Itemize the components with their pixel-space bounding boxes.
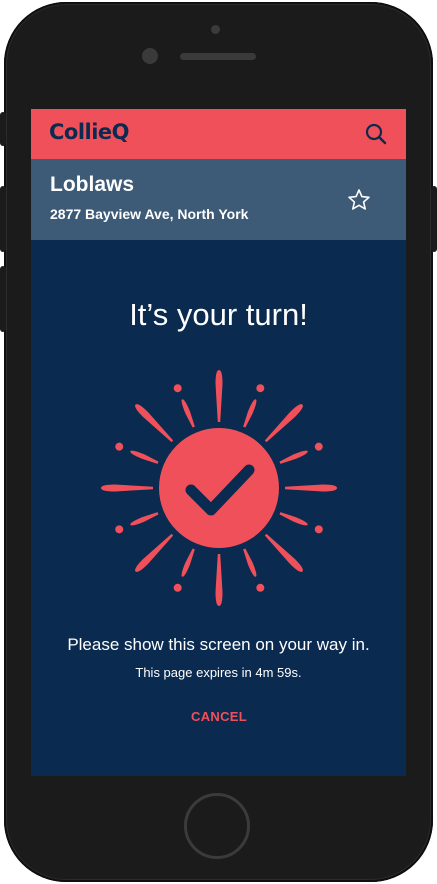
turn-headline: It’s your turn!	[129, 297, 308, 332]
burst-ray	[215, 554, 223, 606]
burst-dot	[314, 442, 323, 451]
burst-dot	[173, 583, 182, 592]
star-icon[interactable]	[347, 188, 371, 212]
volume-down-button	[0, 266, 6, 332]
burst-ray	[279, 512, 308, 526]
app-screen: CollieQ Loblaws 2877 Bayview Ave, North …	[31, 109, 406, 776]
cancel-button[interactable]: CANCEL	[178, 707, 260, 727]
store-address: 2877 Bayview Ave, North York	[50, 206, 249, 222]
silent-switch	[0, 112, 6, 146]
store-header: Loblaws 2877 Bayview Ave, North York	[31, 159, 406, 240]
app-logo[interactable]: CollieQ	[49, 120, 130, 144]
burst-ray	[101, 484, 153, 492]
burst-ray	[285, 484, 337, 492]
burst-ray	[130, 512, 159, 526]
app-header: CollieQ	[31, 109, 406, 159]
camera-dot	[211, 25, 220, 34]
home-button[interactable]	[184, 793, 250, 859]
burst-ray	[264, 404, 303, 443]
search-icon[interactable]	[365, 123, 387, 145]
burst-dot	[115, 442, 124, 451]
burst-ray	[181, 548, 195, 577]
burst-ray	[279, 450, 308, 464]
store-name: Loblaws	[50, 173, 135, 196]
instruction-text: Please show this screen on your way in.	[67, 635, 370, 654]
burst-dot	[314, 525, 323, 534]
burst-dot	[173, 384, 182, 393]
burst-dot	[256, 384, 265, 393]
expiry-text: This page expires in 4m 59s.	[135, 665, 302, 680]
burst-dot	[256, 583, 265, 592]
burst-ray	[135, 404, 174, 443]
burst-dot	[115, 525, 124, 534]
burst-ray	[181, 399, 195, 428]
front-camera	[142, 48, 158, 64]
burst-ray	[264, 533, 303, 572]
burst-ray	[215, 370, 223, 422]
power-button	[431, 186, 437, 252]
burst-ray	[243, 548, 257, 577]
burst-ray	[243, 399, 257, 428]
volume-up-button	[0, 186, 6, 252]
earpiece-speaker	[180, 53, 256, 60]
burst-ray	[135, 533, 174, 572]
burst-ray	[130, 450, 159, 464]
checkmark-burst-icon	[98, 367, 340, 609]
